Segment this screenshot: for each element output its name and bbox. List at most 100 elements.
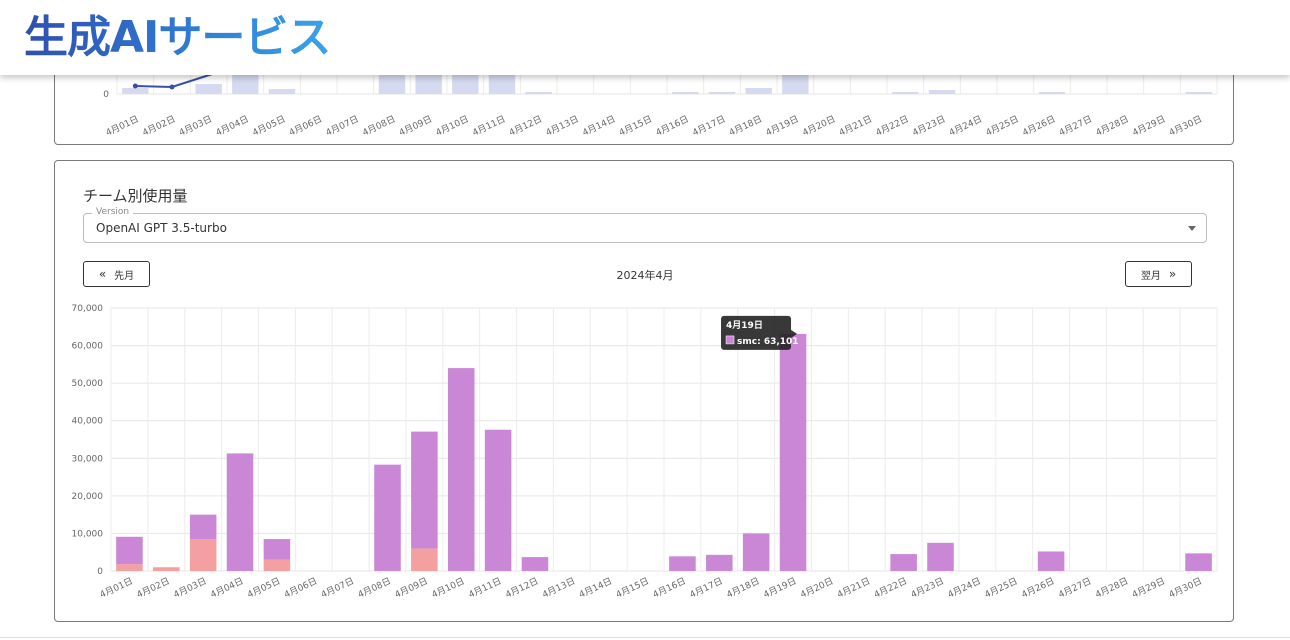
x-tick-label: 4月23日 xyxy=(911,114,948,139)
x-tick-label: 4月03日 xyxy=(177,114,214,139)
x-tick-label: 4月26日 xyxy=(1021,114,1058,139)
bar xyxy=(525,92,552,94)
bar xyxy=(745,88,772,94)
bar xyxy=(928,90,956,94)
x-tick-label: 4月05日 xyxy=(246,576,283,601)
bar xyxy=(116,564,143,571)
x-tick-label: 4月09日 xyxy=(393,576,430,601)
bar xyxy=(1185,92,1212,94)
team-usage-chart: 0 10,000 20,000 30,000 40,000 50,000 60,000 70,… xyxy=(72,304,1218,601)
x-tick-label: 4月04日 xyxy=(209,576,246,601)
x-tick-label: 4月30日 xyxy=(1167,576,1204,601)
version-select[interactable]: Version OpenAI GPT 3.5-turbo xyxy=(83,207,1207,243)
bar xyxy=(1037,551,1065,571)
x-tick-label: 4月12日 xyxy=(507,114,544,139)
bar xyxy=(226,453,254,571)
line-point xyxy=(169,84,175,90)
bar xyxy=(708,92,736,94)
app-header: 生成AIサービス xyxy=(0,0,1290,75)
x-tick-label: 4月25日 xyxy=(984,114,1021,139)
x-tick-label: 4月19日 xyxy=(762,576,799,601)
x-tick-label: 4月16日 xyxy=(654,114,691,139)
y-tick-label: 0 xyxy=(97,567,103,577)
x-tick-label: 4月13日 xyxy=(544,114,581,139)
x-tick-label: 4月19日 xyxy=(764,114,801,139)
bar xyxy=(521,557,549,571)
x-tick-label: 4月09日 xyxy=(397,114,434,139)
x-tick-label: 4月07日 xyxy=(324,114,361,139)
x-tick-label: 4月15日 xyxy=(614,576,651,601)
x-tick-label: 4月20日 xyxy=(799,576,836,601)
bar xyxy=(779,333,807,571)
x-tick-label: 4月15日 xyxy=(617,114,654,139)
tooltip-label: smc: 63,101 xyxy=(737,337,799,347)
bar xyxy=(411,431,438,549)
card-title: チーム別使用量 xyxy=(83,187,188,205)
x-tick-label: 4月28日 xyxy=(1094,114,1131,139)
y-tick-label: 70,000 xyxy=(72,304,104,314)
bar xyxy=(411,548,438,571)
bar xyxy=(927,542,954,571)
x-tick-label: 4月04日 xyxy=(214,114,251,139)
bar xyxy=(890,554,917,571)
bar xyxy=(195,84,222,94)
y-tick-label: 50,000 xyxy=(72,379,104,389)
bar xyxy=(782,74,809,94)
x-tick-label: 4月10日 xyxy=(430,576,467,601)
tooltip-title: 4月19日 xyxy=(726,320,763,331)
y-tick-label: 40,000 xyxy=(72,417,104,427)
x-tick-label: 4月12日 xyxy=(504,576,541,601)
bar xyxy=(189,539,217,571)
x-tick-label: 4月14日 xyxy=(581,114,618,139)
bar xyxy=(268,89,296,94)
version-value: OpenAI GPT 3.5-turbo xyxy=(96,221,227,235)
bar xyxy=(706,554,733,571)
x-tick-label: 4月27日 xyxy=(1057,576,1094,601)
bar xyxy=(189,514,217,540)
x-tick-label: 4月01日 xyxy=(98,576,135,601)
x-tick-label: 4月28日 xyxy=(1094,576,1131,601)
x-tick-label: 4月05日 xyxy=(251,114,288,139)
tooltip-swatch xyxy=(725,335,735,345)
bar xyxy=(1038,92,1066,94)
y-tick-label: 20,000 xyxy=(72,492,104,502)
x-tick-label: 4月21日 xyxy=(837,114,874,139)
y-tick-label: 0 xyxy=(103,90,109,100)
caret-down-icon[interactable] xyxy=(1188,226,1196,231)
x-tick-label: 4月22日 xyxy=(872,576,909,601)
team-usage-card: チーム別使用量 Version OpenAI GPT 3.5-turbo « 先… xyxy=(54,160,1234,622)
x-tick-label: 4月23日 xyxy=(909,576,946,601)
x-tick-label: 4月10日 xyxy=(434,114,471,139)
x-tick-label: 4月25日 xyxy=(983,576,1020,601)
bar xyxy=(669,556,696,571)
x-tick-label: 4月08日 xyxy=(361,114,398,139)
next-month-button[interactable]: 翌月 » xyxy=(1125,261,1192,287)
x-tick-label: 4月29日 xyxy=(1131,114,1168,139)
x-tick-label: 4月14日 xyxy=(577,576,614,601)
x-tick-label: 4月18日 xyxy=(725,576,762,601)
bar xyxy=(1185,553,1212,571)
x-tick-label: 4月02日 xyxy=(135,576,172,601)
x-tick-label: 4月11日 xyxy=(467,576,504,601)
x-tick-label: 4月20日 xyxy=(801,114,838,139)
x-tick-label: 4月17日 xyxy=(688,576,725,601)
next-month-label: 翌月 xyxy=(1140,270,1161,282)
bar xyxy=(742,533,770,571)
bar xyxy=(122,88,149,94)
y-tick-label: 10,000 xyxy=(72,529,104,539)
x-tick-label: 4月06日 xyxy=(287,114,324,139)
x-tick-label: 4月21日 xyxy=(835,576,872,601)
x-tick-label: 4月03日 xyxy=(172,576,209,601)
bar xyxy=(116,536,143,565)
bar xyxy=(263,559,291,571)
bar xyxy=(672,92,699,94)
bar xyxy=(374,464,401,571)
bar xyxy=(447,368,475,571)
bar xyxy=(153,567,180,571)
x-tick-label: 4月24日 xyxy=(946,576,983,601)
page-divider xyxy=(0,637,1290,638)
x-tick-label: 4月16日 xyxy=(651,576,688,601)
x-tick-label: 4月26日 xyxy=(1020,576,1057,601)
bar xyxy=(484,429,512,571)
x-tick-label: 4月18日 xyxy=(727,114,764,139)
